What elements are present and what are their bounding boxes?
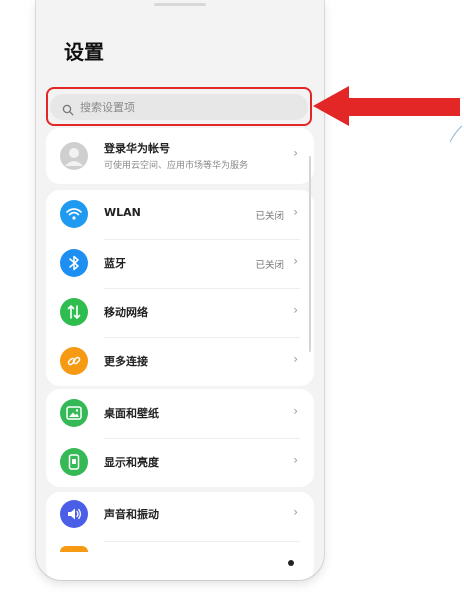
settings-item-mobile-network[interactable]: 移动网络 › <box>46 288 314 337</box>
chevron-right-icon: › <box>293 404 298 418</box>
settings-item-value: 已关闭 <box>255 211 284 222</box>
bluetooth-icon <box>60 249 88 277</box>
connectivity-card: WLAN 已关闭 › 蓝牙 已关闭 › 移动网络 › 更多连接 › <box>46 190 314 386</box>
settings-item-label: 蓝牙 <box>104 257 126 270</box>
page-title: 设置 <box>64 40 104 64</box>
display-icon <box>60 448 88 476</box>
avatar <box>60 142 88 170</box>
sound-card: 声音和振动 › <box>46 492 314 580</box>
account-title: 登录华为帐号 <box>104 142 170 155</box>
red-pointer-arrow-icon <box>313 86 460 126</box>
wifi-icon <box>60 200 88 228</box>
settings-item-label: 声音和振动 <box>104 508 159 521</box>
settings-item-more-connections[interactable]: 更多连接 › <box>46 337 314 386</box>
settings-item-wlan[interactable]: WLAN 已关闭 › <box>46 190 314 239</box>
settings-item-label: WLAN <box>104 206 141 219</box>
settings-item-bluetooth[interactable]: 蓝牙 已关闭 › <box>46 239 314 288</box>
settings-item-wallpaper[interactable]: 桌面和壁纸 › <box>46 389 314 438</box>
scrollbar[interactable] <box>309 156 311 352</box>
settings-item-display[interactable]: 显示和亮度 › <box>46 438 314 487</box>
wallpaper-icon <box>60 399 88 427</box>
chevron-right-icon: › <box>293 303 298 317</box>
search-highlight-box <box>46 87 312 126</box>
chevron-right-icon: › <box>293 205 298 219</box>
chevron-right-icon: › <box>293 453 298 467</box>
settings-item-value: 已关闭 <box>255 260 284 271</box>
chevron-right-icon: › <box>293 146 298 160</box>
settings-item-label: 移动网络 <box>104 306 148 319</box>
partial-next-item-icon <box>60 546 88 552</box>
floating-dot <box>288 560 294 566</box>
chevron-right-icon: › <box>293 352 298 366</box>
sound-icon <box>60 500 88 528</box>
divider <box>104 541 300 542</box>
chevron-right-icon: › <box>293 505 298 519</box>
settings-item-label: 显示和亮度 <box>104 456 159 469</box>
settings-item-label: 更多连接 <box>104 355 148 368</box>
thin-pointer-icon <box>449 125 463 143</box>
account-subtitle: 可使用云空间、应用市场等华为服务 <box>104 161 249 171</box>
settings-item-sound[interactable]: 声音和振动 › <box>46 492 314 541</box>
settings-item-label: 桌面和壁纸 <box>104 407 159 420</box>
account-card[interactable]: 登录华为帐号 可使用云空间、应用市场等华为服务 › <box>46 128 314 184</box>
mobile-network-icon <box>60 298 88 326</box>
notch <box>154 3 206 6</box>
display-card: 桌面和壁纸 › 显示和亮度 › <box>46 389 314 487</box>
chevron-right-icon: › <box>293 254 298 268</box>
link-icon <box>60 347 88 375</box>
